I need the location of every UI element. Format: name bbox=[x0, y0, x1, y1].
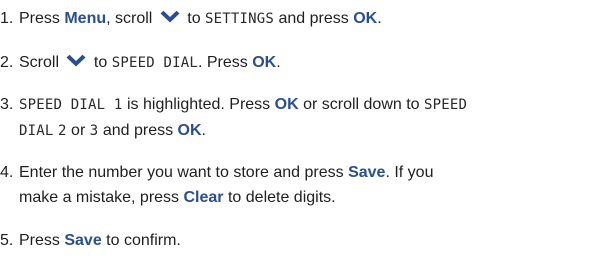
instructions: 1. Press Menu, scroll to SETTINGS and pre… bbox=[0, 0, 604, 262]
display-text-speed: SPEED bbox=[424, 97, 468, 113]
ok-key-label: OK bbox=[177, 122, 202, 139]
step-number: 2. bbox=[0, 54, 14, 71]
step-text: . Press bbox=[197, 54, 253, 71]
save-key-label: Save bbox=[64, 232, 102, 249]
step-number: 1. bbox=[0, 10, 14, 27]
step-text: to bbox=[182, 10, 206, 27]
step-text: Scroll bbox=[19, 54, 64, 71]
step-text: is highlighted. Press bbox=[122, 96, 275, 113]
step-text: , scroll bbox=[106, 10, 157, 27]
step-text: . bbox=[201, 122, 206, 139]
step-2: 2. Scroll to SPEED DIAL. Press OK. bbox=[0, 50, 600, 76]
step-1: 1. Press Menu, scroll to SETTINGS and pre… bbox=[0, 6, 600, 32]
step-text: Press bbox=[19, 10, 65, 27]
menu-key-label: Menu bbox=[64, 10, 107, 27]
step-text: to confirm. bbox=[101, 232, 181, 249]
display-text-settings: SETTINGS bbox=[205, 11, 275, 27]
step-text: or scroll down to bbox=[298, 96, 425, 113]
clear-key-label: Clear bbox=[183, 189, 224, 206]
chevron-down-icon bbox=[66, 54, 86, 67]
display-text-speed-dial-1: SPEED DIAL 1 bbox=[19, 97, 123, 113]
ok-key-label: OK bbox=[353, 10, 378, 27]
step-text: and press bbox=[274, 10, 354, 27]
display-text-speed-dial: SPEED DIAL bbox=[111, 55, 198, 71]
step-text: . bbox=[276, 54, 281, 71]
step-number: 3. bbox=[0, 96, 14, 113]
ok-key-label: OK bbox=[274, 96, 299, 113]
step-text: or bbox=[66, 122, 90, 139]
step-text: and press bbox=[98, 122, 178, 139]
step-text: . If you bbox=[385, 164, 434, 181]
step-text: Enter the number you want to store and p… bbox=[19, 164, 349, 181]
step-number: 4. bbox=[0, 164, 14, 181]
display-text-dial: DIAL bbox=[19, 123, 54, 139]
ok-key-label: OK bbox=[252, 54, 277, 71]
step-text: to delete digits. bbox=[223, 189, 336, 206]
step-text: . bbox=[377, 10, 382, 27]
step-text: to bbox=[89, 54, 112, 71]
step-3: 3. SPEED DIAL 1 is highlighted. Press OK … bbox=[0, 92, 600, 144]
step-4-continuation: make a mistake, press Clear to delete di… bbox=[0, 185, 600, 210]
save-key-label: Save bbox=[348, 164, 386, 181]
step-text: make a mistake, press bbox=[19, 189, 184, 206]
step-4: 4. Enter the number you want to store and… bbox=[0, 160, 600, 210]
step-number: 5. bbox=[0, 232, 14, 249]
step-text: Press bbox=[19, 232, 65, 249]
step-3-continuation: DIAL 2 or 3 and press OK. bbox=[0, 118, 600, 144]
chevron-down-icon bbox=[160, 10, 180, 23]
display-text-2: 2 bbox=[57, 123, 67, 139]
step-5: 5. Press Save to confirm. bbox=[0, 228, 600, 253]
